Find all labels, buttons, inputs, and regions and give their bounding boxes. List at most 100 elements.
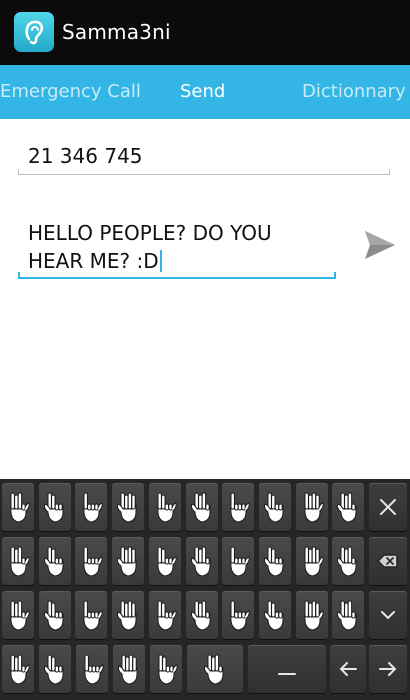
hand-sign-icon [157,600,177,631]
hand-sign-key[interactable] [222,483,255,531]
hand-sign-key[interactable] [148,483,181,531]
send-button[interactable] [358,223,402,267]
action-bar: Samma3ni [0,0,410,65]
hand-sign-icon [263,600,284,631]
hand-sign-key[interactable] [185,591,218,639]
arrow-left-icon [339,662,357,676]
keyboard-row [0,645,410,695]
hand-sign-key[interactable] [295,537,328,585]
space-key[interactable] [248,645,326,693]
hand-sign-key[interactable] [2,537,34,585]
hand-sign-icon [43,492,64,523]
hand-sign-key[interactable] [295,591,328,639]
message-field-underline [18,272,336,279]
hand-sign-key[interactable] [113,645,145,693]
ear-icon[interactable] [14,12,54,52]
hand-sign-icon [84,654,104,685]
hand-sign-key[interactable] [258,591,291,639]
hand-sign-icon [230,546,250,577]
hand-sign-icon [43,546,64,577]
close-icon [380,499,396,515]
send-arrow-icon [365,231,395,259]
hand-sign-key[interactable] [38,537,71,585]
hand-sign-icon [337,492,357,523]
hand-sign-icon [337,600,357,631]
hand-sign-icon [83,492,104,523]
hand-sign-key[interactable] [185,483,218,531]
hand-sign-icon [190,546,210,577]
hand-sign-icon [190,492,210,523]
hand-sign-key[interactable] [148,591,181,639]
hand-sign-key[interactable] [295,483,328,531]
hand-sign-icon [43,600,64,631]
keyboard-row [0,537,410,587]
hand-sign-icon [203,654,224,685]
hand-sign-icon [263,546,284,577]
keyboard-row [0,483,410,533]
hand-sign-icon [303,600,324,631]
hand-sign-key[interactable] [222,537,255,585]
hand-sign-key[interactable] [185,537,218,585]
hand-sign-key[interactable] [258,483,291,531]
hand-sign-icon [230,492,250,523]
arrow-right-key[interactable] [369,645,407,693]
phone-number-field[interactable]: 21 346 745 [18,135,390,175]
hand-sign-icon [303,546,324,577]
hand-sign-icon [157,546,177,577]
hand-sign-key[interactable] [76,645,108,693]
tab-emergency-call[interactable]: Emergency Call [0,65,141,119]
hand-sign-icon [337,546,357,577]
text-cursor [159,250,162,272]
arrow-left-key[interactable] [330,645,366,693]
app-title: Samma3ni [62,20,171,44]
phone-field-underline [18,169,390,175]
space-icon [278,673,296,675]
hand-sign-key[interactable] [75,591,108,639]
hand-sign-key[interactable] [2,483,34,531]
hand-sign-key[interactable] [75,483,108,531]
hand-sign-icon [83,546,104,577]
backspace-key[interactable] [369,537,407,585]
hand-sign-key[interactable] [38,591,71,639]
hand-sign-icon [10,600,30,631]
message-field[interactable]: HELLO PEOPLE? DO YOU HEAR ME? :D [18,217,336,279]
tab-send[interactable]: Send [180,65,225,119]
hand-sign-key[interactable] [112,591,145,639]
hand-sign-icon [83,600,104,631]
chevron-down-icon [381,611,395,620]
close-key[interactable] [369,483,407,531]
hand-sign-key[interactable] [258,537,291,585]
hand-sign-icon [157,492,177,523]
hand-sign-icon [230,600,250,631]
hand-sign-key[interactable] [39,645,71,693]
hand-sign-key[interactable] [150,645,182,693]
tab-dictionnary[interactable]: Dictionnary [302,65,406,119]
hand-sign-icon [117,546,137,577]
message-value: HELLO PEOPLE? DO YOU HEAR ME? :D [28,219,328,275]
hand-sign-key[interactable] [332,537,365,585]
hand-sign-key[interactable] [2,645,34,693]
chevron-down-key[interactable] [369,591,407,639]
hand-sign-key[interactable] [222,591,255,639]
tab-bar: Emergency Call Send Dictionnary [0,65,410,119]
hand-sign-key[interactable] [332,483,365,531]
arrow-right-icon [379,662,397,676]
hand-sign-icon [263,492,284,523]
phone-number-value: 21 346 745 [28,144,143,168]
hand-sign-key[interactable] [332,591,365,639]
hand-sign-key[interactable] [38,483,71,531]
keyboard-row [0,591,410,641]
hand-sign-icon [10,492,30,523]
hand-sign-key[interactable] [75,537,108,585]
hand-sign-icon [10,546,30,577]
send-form: 21 346 745 HELLO PEOPLE? DO YOU HEAR ME?… [0,119,410,479]
hand-sign-icon [10,654,30,685]
hand-sign-key[interactable] [112,537,145,585]
hand-sign-key[interactable] [187,645,243,693]
hand-sign-key[interactable] [148,537,181,585]
hand-sign-icon [158,654,178,685]
hand-sign-key[interactable] [112,483,145,531]
hand-sign-icon [190,600,210,631]
backspace-icon [376,554,398,568]
hand-sign-key[interactable] [2,591,34,639]
